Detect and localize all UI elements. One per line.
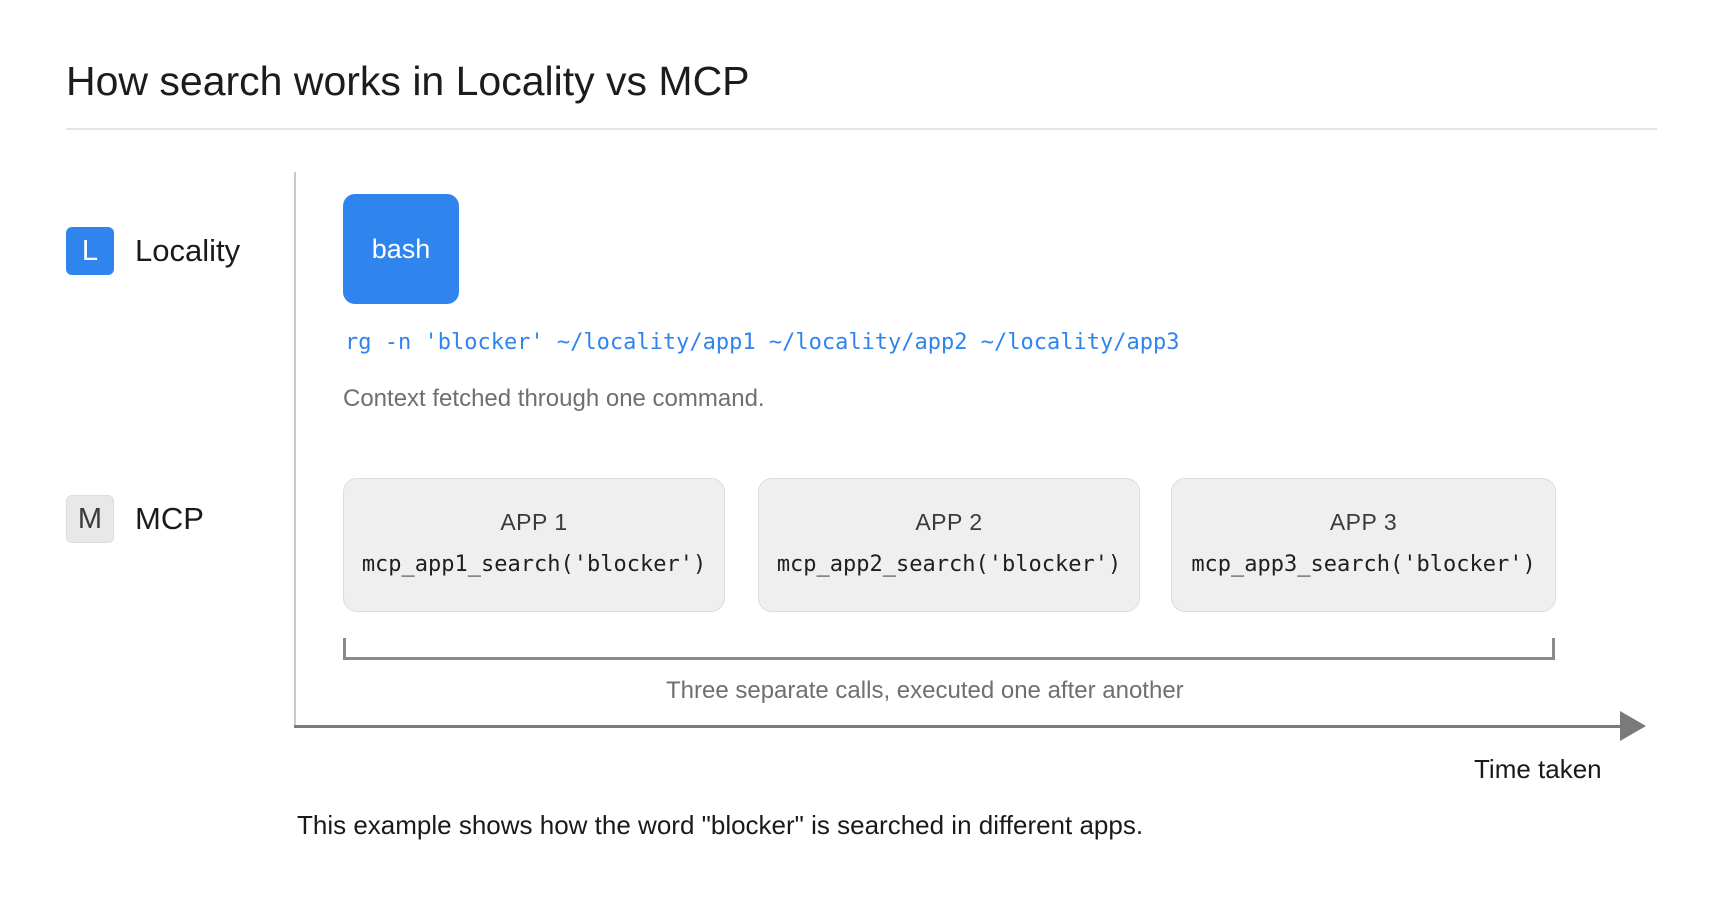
locality-badge: L: [66, 227, 114, 275]
bash-box: bash: [343, 194, 459, 304]
app-name: APP 1: [500, 509, 568, 535]
app-box-1: APP 1 mcp_app1_search('blocker'): [343, 478, 725, 612]
mcp-badge: M: [66, 495, 114, 543]
app-name: APP 3: [1329, 509, 1398, 535]
title-divider: [66, 128, 1657, 130]
app-box-3: APP 3 mcp_app3_search('blocker'): [1171, 478, 1556, 612]
locality-caption: Context fetched through one command.: [343, 385, 765, 412]
locality-row-label: L Locality: [66, 227, 240, 275]
app-box-2: APP 2 mcp_app2_search('blocker'): [758, 478, 1140, 612]
page-title: How search works in Locality vs MCP: [66, 58, 750, 104]
time-axis-label: Time taken: [1474, 754, 1602, 784]
app-search-call: mcp_app2_search('blocker'): [776, 552, 1122, 577]
rg-command: rg -n 'blocker' ~/locality/app1 ~/locali…: [345, 330, 1180, 355]
mcp-label: MCP: [135, 501, 204, 536]
arrow-right-icon: [1620, 711, 1646, 741]
mcp-caption: Three separate calls, executed one after…: [666, 677, 1184, 704]
app-search-call: mcp_app3_search('blocker'): [1191, 552, 1536, 577]
locality-label: Locality: [135, 233, 241, 268]
app-name: APP 2: [915, 509, 983, 535]
sequence-bracket: [343, 638, 1555, 660]
app-search-call: mcp_app1_search('blocker'): [361, 552, 707, 577]
vertical-axis: [294, 172, 296, 728]
mcp-row-label: M MCP: [66, 495, 204, 543]
time-axis-line: [294, 725, 1624, 728]
footnote: This example shows how the word "blocker…: [297, 810, 1144, 840]
